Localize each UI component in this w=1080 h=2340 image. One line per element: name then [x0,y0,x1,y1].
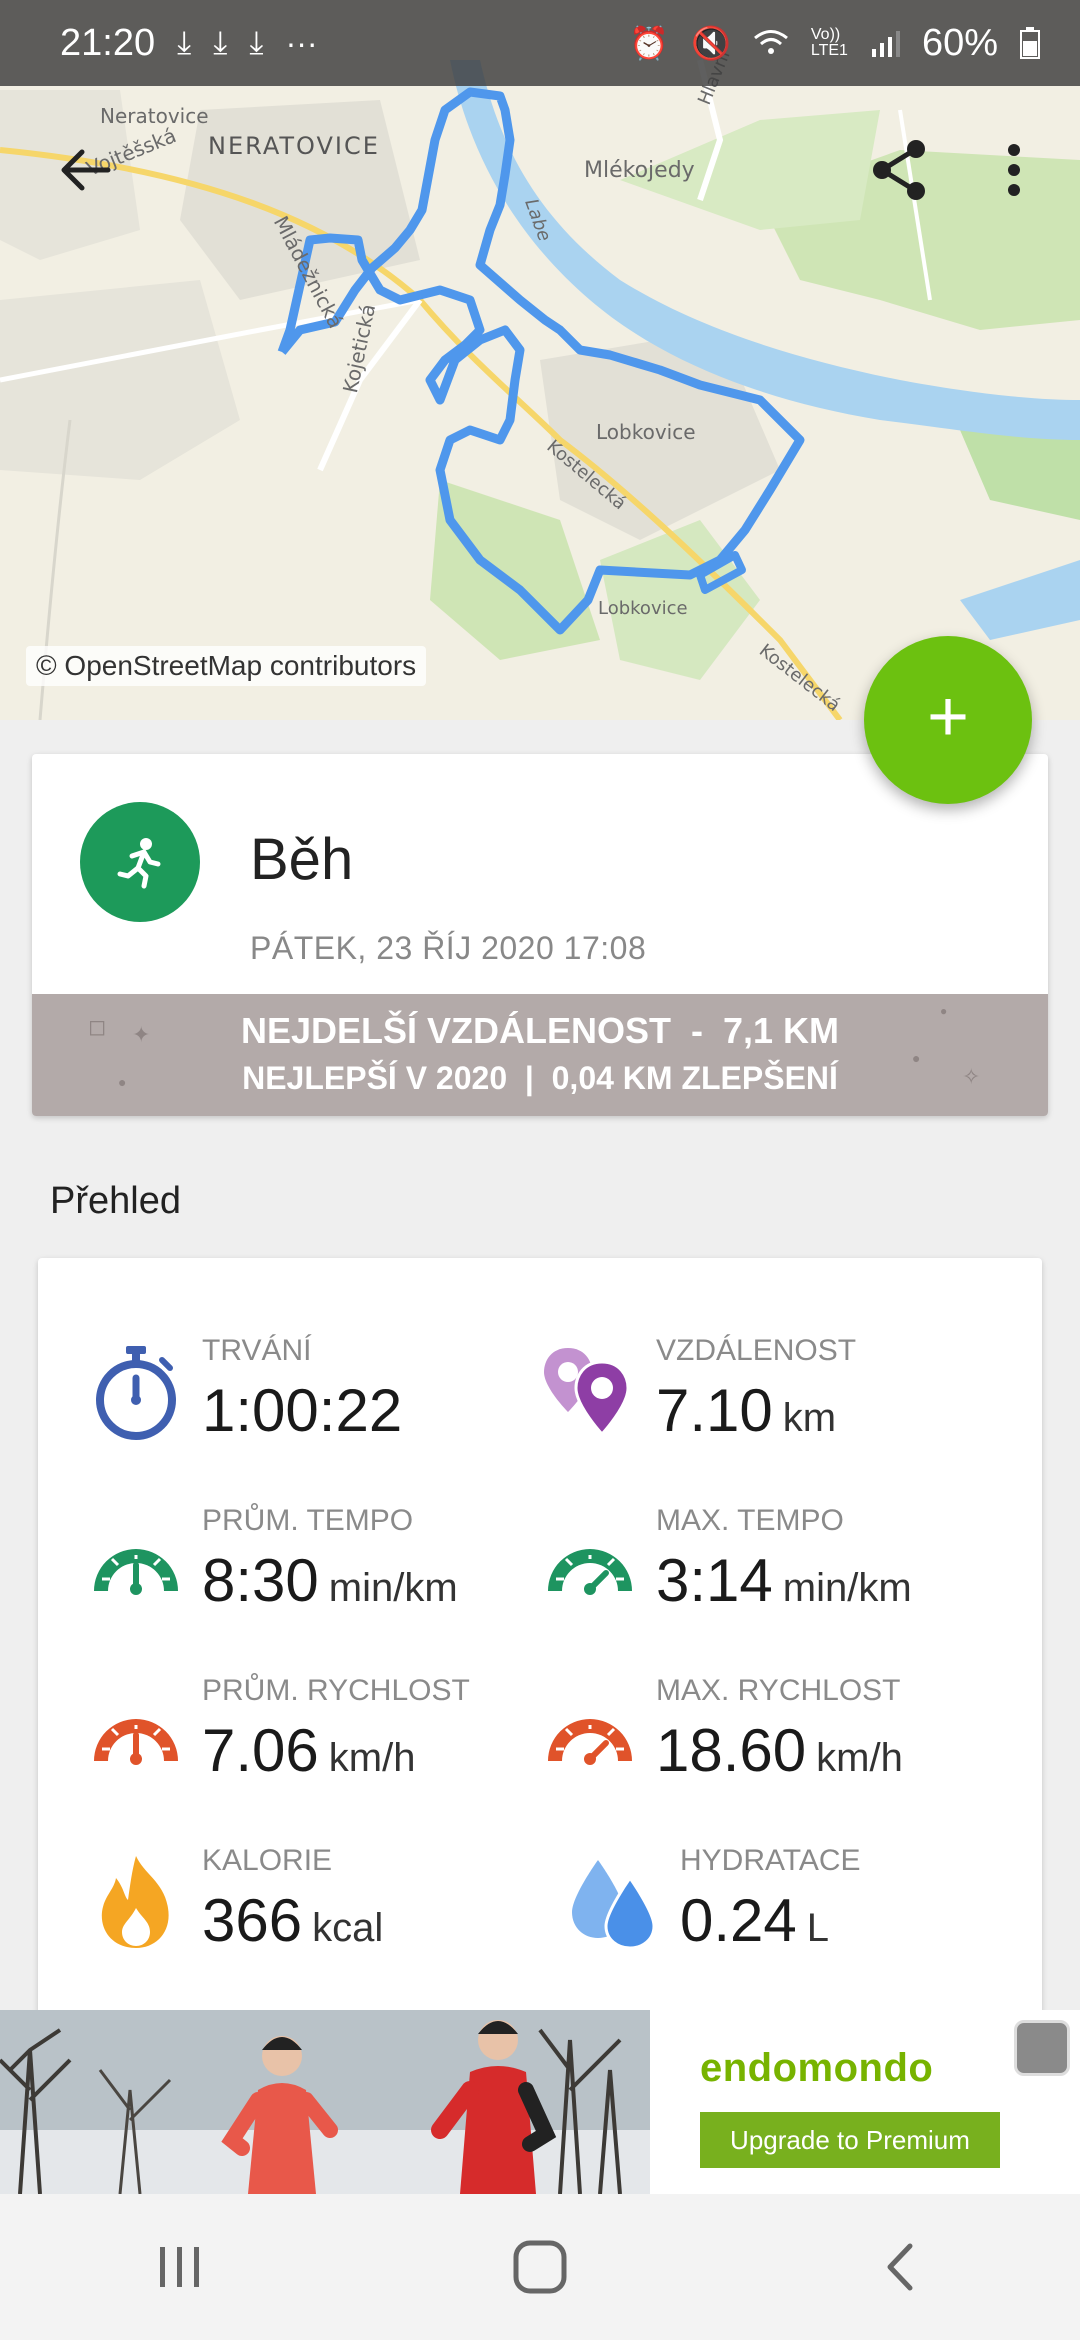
personal-record-banner[interactable]: ◻ ✦ ● ● ✧ ● NEJDELŠÍ VZDÁLENOST - 7,1 KM… [32,994,1048,1116]
stat-value: 3:14 [656,1547,773,1614]
map-label: Neratovice [100,104,209,128]
stat-max-pace: MAX. TEMPO 3:14 min/km [540,1504,1000,1634]
record-subtitle: NEJLEPŠÍ V 2020 | 0,04 KM ZLEPŠENÍ [242,1060,838,1096]
ad-choices-icon[interactable] [1014,2020,1070,2076]
running-icon [80,802,200,922]
stat-label: TRVÁNÍ [202,1334,312,1367]
stat-label: PRŮM. RYCHLOST [202,1674,470,1707]
stat-unit: km/h [328,1736,416,1780]
stat-distance: VZDÁLENOST 7.10 km [540,1334,1000,1464]
share-icon [873,140,925,200]
more-dots-icon: ··· [285,24,318,61]
stat-label: PRŮM. TEMPO [202,1504,414,1537]
mute-icon: 🔇 [691,25,731,61]
overview-title: Přehled [50,1180,181,1222]
status-bar: 21:20 ⤓ ⤓ ⤓ ··· ⏰ 🔇 Vo)) LTE1 60% [0,0,1080,86]
back-chevron-icon [887,2243,913,2291]
stat-unit: km [782,1396,837,1440]
stat-value: 7.10 [656,1377,773,1444]
upgrade-premium-button[interactable]: Upgrade to Premium [700,2112,1000,2168]
stats-card: TRVÁNÍ 1:00:22 VZDÁLENOST 7.10 km PRŮM. … [38,1258,1042,2018]
stat-label: MAX. TEMPO [656,1504,844,1537]
recents-button[interactable] [120,2217,240,2317]
download-icon: ⤓ [249,24,264,60]
stat-unit: km/h [816,1736,903,1780]
flame-icon [86,1852,186,1952]
arrow-left-icon [61,149,111,191]
stat-value: 18.60 [656,1717,807,1784]
route-map[interactable]: Neratovice Vojtěšská NERATOVICE Mlékojed… [0,0,1080,720]
stat-hydration: HYDRATACE 0.24 L [564,1844,1024,1974]
stat-duration: TRVÁNÍ 1:00:22 [86,1334,546,1464]
more-vertical-icon [1008,144,1020,196]
home-button[interactable] [480,2217,600,2317]
activity-date: PÁTEK, 23 ŘÍJ 2020 17:08 [250,930,647,966]
back-button[interactable] [44,130,124,210]
activity-type: Běh [250,827,354,892]
overflow-menu-button[interactable] [974,130,1054,210]
stopwatch-icon [86,1342,186,1442]
speedometer-icon [86,1682,186,1782]
stat-value: 8:30 [202,1547,319,1614]
map-label: Lobkovice [596,420,696,444]
activity-header-card: Běh PÁTEK, 23 ŘÍJ 2020 17:08 ◻ ✦ ● ● ✧ ●… [32,754,1048,1116]
ad-runners-image [0,2010,650,2194]
stat-max-speed: MAX. RYCHLOST 18.60 km/h [540,1674,1000,1804]
premium-ad-banner[interactable]: endomondo Upgrade to Premium [0,2010,1080,2194]
speedometer-icon [540,1512,640,1612]
plus-icon: + [926,677,970,757]
endomondo-logo: endomondo [700,2046,934,2090]
map-label: NERATOVICE [208,132,380,160]
stat-unit: L [806,1906,830,1950]
home-icon [513,2240,567,2294]
share-button[interactable] [860,130,940,210]
location-pins-icon [540,1342,640,1442]
osm-attribution[interactable]: © OpenStreetMap contributors [26,646,427,686]
system-navigation-bar [0,2194,1080,2340]
stat-label: VZDÁLENOST [656,1334,857,1367]
stat-label: KALORIE [202,1844,333,1877]
stat-label: HYDRATACE [680,1844,861,1877]
ad-cta-panel[interactable]: endomondo Upgrade to Premium [650,2010,1080,2194]
record-title: NEJDELŠÍ VZDÁLENOST - 7,1 KM [240,1010,840,1051]
stat-value: 7.06 [202,1717,319,1784]
download-icon: ⤓ [213,24,228,60]
speedometer-icon [540,1682,640,1782]
stat-unit: min/km [328,1566,458,1610]
battery-icon [1020,27,1040,59]
battery-percent: 60% [921,21,998,64]
stat-avg-pace: PRŮM. TEMPO 8:30 min/km [86,1504,546,1634]
stat-value: 366 [202,1887,303,1954]
add-button[interactable]: + [864,636,1032,804]
stat-label: MAX. RYCHLOST [656,1674,901,1707]
water-drops-icon [564,1852,664,1952]
system-back-button[interactable] [840,2217,960,2317]
signal-icon [871,31,900,57]
map-label: Lobkovice [598,598,688,619]
wifi-icon [753,30,788,54]
stat-unit: min/km [782,1566,912,1610]
download-icon: ⤓ [177,24,192,60]
stat-calories: KALORIE 366 kcal [86,1844,546,1974]
speedometer-icon [86,1512,186,1612]
map-label: Mlékojedy [584,158,695,183]
volte-icon: Vo)) LTE1 [810,26,848,59]
stat-value: 1:00:22 [202,1377,403,1444]
stat-unit: kcal [312,1906,384,1950]
status-time: 21:20 [60,21,156,64]
stat-avg-speed: PRŮM. RYCHLOST 7.06 km/h [86,1674,546,1804]
recents-icon [160,2247,199,2287]
stat-value: 0.24 [680,1887,797,1954]
alarm-icon: ⏰ [629,25,670,61]
